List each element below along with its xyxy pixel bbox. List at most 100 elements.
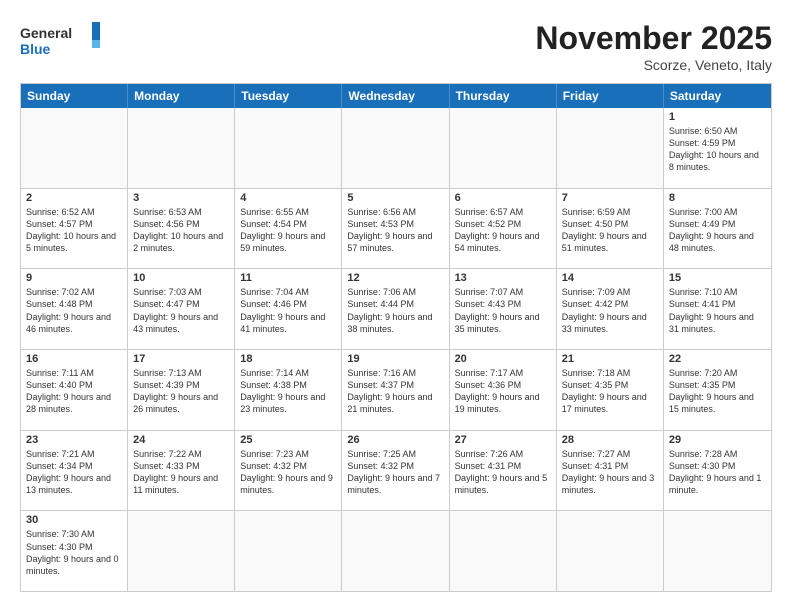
day-info: Sunrise: 7:30 AM Sunset: 4:30 PM Dayligh… (26, 528, 122, 577)
weekday-header-sunday: Sunday (21, 84, 128, 108)
day-number: 18 (240, 353, 336, 365)
calendar-cell (128, 108, 235, 188)
day-info: Sunrise: 7:18 AM Sunset: 4:35 PM Dayligh… (562, 367, 658, 416)
day-info: Sunrise: 6:55 AM Sunset: 4:54 PM Dayligh… (240, 206, 336, 255)
calendar-cell: 18 Sunrise: 7:14 AM Sunset: 4:38 PM Dayli… (235, 350, 342, 430)
calendar-cell: 27Sunrise: 7:26 AM Sunset: 4:31 PM Dayli… (450, 431, 557, 511)
calendar-cell: 15Sunrise: 7:10 AM Sunset: 4:41 PM Dayli… (664, 269, 771, 349)
day-info: Sunrise: 7:03 AM Sunset: 4:47 PM Dayligh… (133, 286, 229, 335)
day-number: 22 (669, 353, 766, 365)
day-info: Sunrise: 7:00 AM Sunset: 4:49 PM Dayligh… (669, 206, 766, 255)
logo-svg: General Blue (20, 20, 100, 60)
calendar-cell: 1 Sunrise: 6:50 AM Sunset: 4:59 PM Daylig… (664, 108, 771, 188)
day-info: Sunrise: 6:50 AM Sunset: 4:59 PM Dayligh… (669, 125, 766, 174)
calendar: SundayMondayTuesdayWednesdayThursdayFrid… (20, 83, 772, 592)
day-info: Sunrise: 7:09 AM Sunset: 4:42 PM Dayligh… (562, 286, 658, 335)
logo: General Blue (20, 20, 100, 60)
calendar-cell: 21 Sunrise: 7:18 AM Sunset: 4:35 PM Dayli… (557, 350, 664, 430)
calendar-cell: 28 Sunrise: 7:27 AM Sunset: 4:31 PM Dayli… (557, 431, 664, 511)
day-info: Sunrise: 6:57 AM Sunset: 4:52 PM Dayligh… (455, 206, 551, 255)
day-number: 13 (455, 272, 551, 284)
weekday-header-thursday: Thursday (450, 84, 557, 108)
day-info: Sunrise: 7:16 AM Sunset: 4:37 PM Dayligh… (347, 367, 443, 416)
calendar-cell: 10 Sunrise: 7:03 AM Sunset: 4:47 PM Dayli… (128, 269, 235, 349)
day-number: 19 (347, 353, 443, 365)
day-info: Sunrise: 6:59 AM Sunset: 4:50 PM Dayligh… (562, 206, 658, 255)
day-number: 10 (133, 272, 229, 284)
calendar-row-5: 30 Sunrise: 7:30 AM Sunset: 4:30 PM Dayli… (21, 511, 771, 591)
day-info: Sunrise: 6:53 AM Sunset: 4:56 PM Dayligh… (133, 206, 229, 255)
calendar-row-1: 2 Sunrise: 6:52 AM Sunset: 4:57 PM Daylig… (21, 189, 771, 270)
calendar-cell (450, 108, 557, 188)
day-number: 17 (133, 353, 229, 365)
calendar-cell: 17 Sunrise: 7:13 AM Sunset: 4:39 PM Dayli… (128, 350, 235, 430)
calendar-cell: 4Sunrise: 6:55 AM Sunset: 4:54 PM Daylig… (235, 189, 342, 269)
day-info: Sunrise: 7:27 AM Sunset: 4:31 PM Dayligh… (562, 448, 658, 497)
calendar-cell: 24 Sunrise: 7:22 AM Sunset: 4:33 PM Dayli… (128, 431, 235, 511)
calendar-cell: 30 Sunrise: 7:30 AM Sunset: 4:30 PM Dayli… (21, 511, 128, 591)
page: General Blue November 2025 Scorze, Venet… (0, 0, 792, 612)
day-number: 20 (455, 353, 551, 365)
calendar-row-0: 1 Sunrise: 6:50 AM Sunset: 4:59 PM Daylig… (21, 108, 771, 189)
day-number: 6 (455, 192, 551, 204)
calendar-cell: 6 Sunrise: 6:57 AM Sunset: 4:52 PM Daylig… (450, 189, 557, 269)
calendar-cell: 2 Sunrise: 6:52 AM Sunset: 4:57 PM Daylig… (21, 189, 128, 269)
day-info: Sunrise: 7:02 AM Sunset: 4:48 PM Dayligh… (26, 286, 122, 335)
calendar-cell (342, 108, 449, 188)
day-number: 7 (562, 192, 658, 204)
day-info: Sunrise: 7:17 AM Sunset: 4:36 PM Dayligh… (455, 367, 551, 416)
day-number: 21 (562, 353, 658, 365)
day-info: Sunrise: 7:07 AM Sunset: 4:43 PM Dayligh… (455, 286, 551, 335)
calendar-cell: 20 Sunrise: 7:17 AM Sunset: 4:36 PM Dayli… (450, 350, 557, 430)
calendar-cell: 23Sunrise: 7:21 AM Sunset: 4:34 PM Dayli… (21, 431, 128, 511)
day-info: Sunrise: 7:23 AM Sunset: 4:32 PM Dayligh… (240, 448, 336, 497)
svg-text:General: General (20, 25, 72, 41)
calendar-cell (450, 511, 557, 591)
title-block: November 2025 Scorze, Veneto, Italy (535, 20, 772, 73)
day-info: Sunrise: 7:10 AM Sunset: 4:41 PM Dayligh… (669, 286, 766, 335)
header: General Blue November 2025 Scorze, Venet… (20, 20, 772, 73)
calendar-cell: 26Sunrise: 7:25 AM Sunset: 4:32 PM Dayli… (342, 431, 449, 511)
day-info: Sunrise: 7:13 AM Sunset: 4:39 PM Dayligh… (133, 367, 229, 416)
calendar-cell: 3 Sunrise: 6:53 AM Sunset: 4:56 PM Daylig… (128, 189, 235, 269)
day-number: 2 (26, 192, 122, 204)
calendar-cell (128, 511, 235, 591)
day-number: 14 (562, 272, 658, 284)
weekday-header-monday: Monday (128, 84, 235, 108)
day-number: 25 (240, 434, 336, 446)
day-number: 30 (26, 514, 122, 526)
day-number: 26 (347, 434, 443, 446)
day-info: Sunrise: 7:20 AM Sunset: 4:35 PM Dayligh… (669, 367, 766, 416)
day-info: Sunrise: 6:56 AM Sunset: 4:53 PM Dayligh… (347, 206, 443, 255)
calendar-cell: 8 Sunrise: 7:00 AM Sunset: 4:49 PM Daylig… (664, 189, 771, 269)
calendar-cell (557, 511, 664, 591)
day-number: 8 (669, 192, 766, 204)
calendar-cell: 7 Sunrise: 6:59 AM Sunset: 4:50 PM Daylig… (557, 189, 664, 269)
day-number: 5 (347, 192, 443, 204)
calendar-cell: 29Sunrise: 7:28 AM Sunset: 4:30 PM Dayli… (664, 431, 771, 511)
day-number: 9 (26, 272, 122, 284)
calendar-cell: 19 Sunrise: 7:16 AM Sunset: 4:37 PM Dayli… (342, 350, 449, 430)
calendar-cell (235, 108, 342, 188)
calendar-cell: 12Sunrise: 7:06 AM Sunset: 4:44 PM Dayli… (342, 269, 449, 349)
day-info: Sunrise: 6:52 AM Sunset: 4:57 PM Dayligh… (26, 206, 122, 255)
calendar-cell (342, 511, 449, 591)
calendar-cell: 16Sunrise: 7:11 AM Sunset: 4:40 PM Dayli… (21, 350, 128, 430)
day-number: 16 (26, 353, 122, 365)
weekday-header-tuesday: Tuesday (235, 84, 342, 108)
day-number: 24 (133, 434, 229, 446)
day-number: 27 (455, 434, 551, 446)
calendar-cell: 22 Sunrise: 7:20 AM Sunset: 4:35 PM Dayli… (664, 350, 771, 430)
day-info: Sunrise: 7:14 AM Sunset: 4:38 PM Dayligh… (240, 367, 336, 416)
calendar-cell: 9 Sunrise: 7:02 AM Sunset: 4:48 PM Daylig… (21, 269, 128, 349)
day-number: 11 (240, 272, 336, 284)
day-info: Sunrise: 7:22 AM Sunset: 4:33 PM Dayligh… (133, 448, 229, 497)
day-number: 1 (669, 111, 766, 123)
month-title: November 2025 (535, 20, 772, 57)
day-number: 3 (133, 192, 229, 204)
weekday-header-saturday: Saturday (664, 84, 771, 108)
calendar-cell: 13 Sunrise: 7:07 AM Sunset: 4:43 PM Dayli… (450, 269, 557, 349)
calendar-cell: 14 Sunrise: 7:09 AM Sunset: 4:42 PM Dayli… (557, 269, 664, 349)
calendar-row-2: 9 Sunrise: 7:02 AM Sunset: 4:48 PM Daylig… (21, 269, 771, 350)
day-number: 28 (562, 434, 658, 446)
